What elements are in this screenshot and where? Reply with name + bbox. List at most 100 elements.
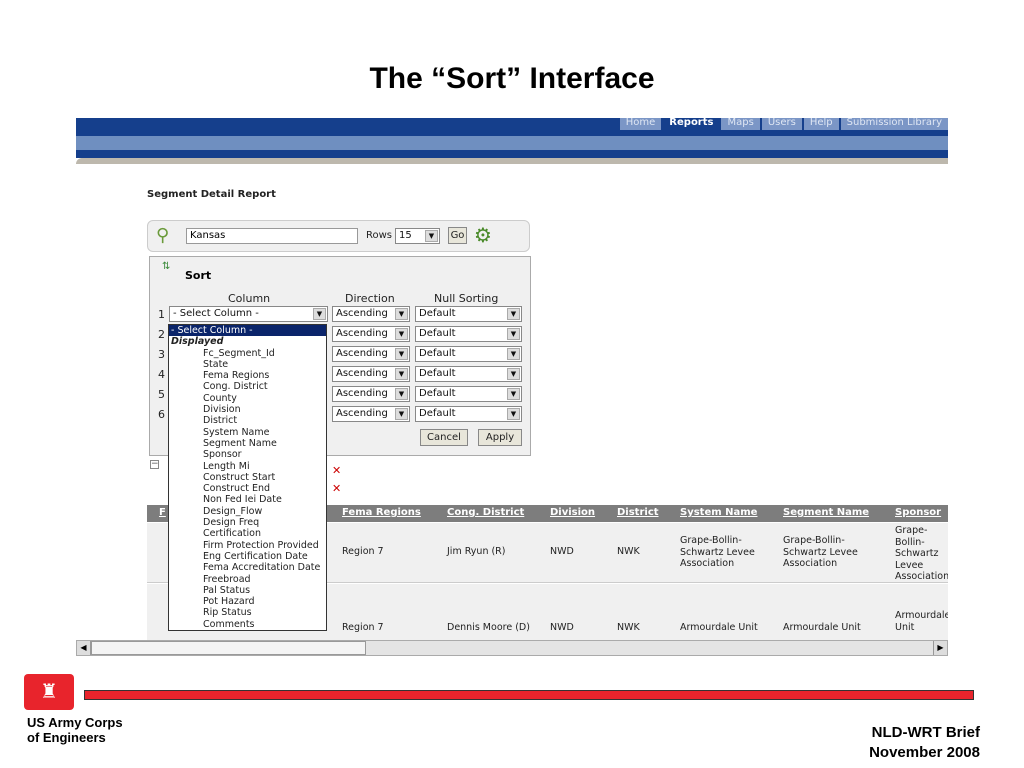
dropdown-option[interactable]: Construct End [186, 483, 326, 494]
dropdown-option[interactable]: Pot Hazard [186, 596, 326, 607]
dropdown-option[interactable]: Sponsor [186, 449, 326, 460]
dropdown-option[interactable]: Construct Start [186, 472, 326, 483]
dropdown-option[interactable]: District [186, 415, 326, 426]
dropdown-option[interactable]: State [186, 359, 326, 370]
chevron-down-icon: ▼ [395, 308, 408, 320]
column-dropdown-list[interactable]: - Select Column - Displayed Fc_Segment_I… [168, 324, 327, 631]
direction-value: Ascending [336, 328, 388, 339]
null-sorting-header: Null Sorting [434, 292, 499, 305]
table-cell: Grape-Bollin-Schwartz Levee Association [895, 525, 948, 582]
scroll-right-icon[interactable]: ▶ [933, 641, 947, 655]
direction-select[interactable]: Ascending ▼ [332, 306, 410, 322]
chevron-down-icon: ▼ [395, 388, 408, 400]
table-cell: Grape-Bollin-Schwartz Levee Association [783, 535, 858, 569]
table-cell: Dennis Moore (D) [447, 622, 530, 633]
direction-value: Ascending [336, 308, 388, 319]
col-header[interactable]: Division [550, 507, 595, 518]
search-input[interactable]: Kansas [186, 228, 358, 244]
table-cell: Armourdale Unit [680, 622, 758, 633]
tab-submission-library[interactable]: Submission Library [840, 118, 948, 130]
go-button[interactable]: Go [448, 227, 467, 244]
chevron-down-icon: ▼ [507, 348, 520, 360]
table-cell: Grape-Bollin-Schwartz Levee Association [680, 535, 755, 569]
slide-title: The “Sort” Interface [369, 62, 655, 95]
tab-home[interactable]: Home [619, 118, 662, 130]
brief-date: November 2008 [869, 744, 980, 761]
dropdown-option[interactable]: Design_Flow [186, 506, 326, 517]
null-sorting-select[interactable]: Default ▼ [415, 306, 522, 322]
direction-select[interactable]: Ascending ▼ [332, 386, 410, 402]
dropdown-option[interactable]: System Name [186, 427, 326, 438]
col-header[interactable]: Segment Name [783, 507, 869, 518]
null-sorting-select[interactable]: Default ▼ [415, 366, 522, 382]
direction-value: Ascending [336, 388, 388, 399]
dropdown-option[interactable]: Design Freq [186, 517, 326, 528]
direction-select[interactable]: Ascending ▼ [332, 406, 410, 422]
rows-select[interactable]: 15 ▼ [395, 228, 440, 244]
remove-filter-icon[interactable]: ✕ [332, 464, 341, 477]
sort-row-number: 1 [158, 308, 165, 321]
dropdown-option[interactable]: Firm Protection Provided [186, 540, 326, 551]
tab-help[interactable]: Help [803, 118, 839, 130]
null-sorting-value: Default [419, 328, 456, 339]
direction-select[interactable]: Ascending ▼ [332, 366, 410, 382]
nav-bar: Home Reports Maps Users Help Submission … [76, 118, 948, 136]
cancel-button[interactable]: Cancel [420, 429, 468, 446]
col-header[interactable]: F [159, 507, 166, 518]
dropdown-option[interactable]: Fc_Segment_Id [186, 348, 326, 359]
dropdown-option[interactable]: Cong. District [186, 381, 326, 392]
gear-icon[interactable]: ⚙ [474, 223, 492, 247]
remove-filter-icon[interactable]: ✕ [332, 482, 341, 495]
null-sorting-value: Default [419, 348, 456, 359]
direction-select[interactable]: Ascending ▼ [332, 326, 410, 342]
rows-label: Rows [366, 230, 393, 241]
search-icon[interactable]: ⚲ [156, 225, 169, 246]
horizontal-scrollbar[interactable]: ◀ ▶ [76, 640, 948, 656]
null-sorting-select[interactable]: Default ▼ [415, 386, 522, 402]
sort-row-number: 5 [158, 388, 165, 401]
null-sorting-select[interactable]: Default ▼ [415, 406, 522, 422]
table-cell: Armourdale Unit [783, 622, 861, 633]
chevron-down-icon: ▼ [395, 408, 408, 420]
tab-maps[interactable]: Maps [721, 118, 760, 130]
dropdown-option[interactable]: Freebroad [186, 574, 326, 585]
dropdown-option[interactable]: Fema Regions [186, 370, 326, 381]
col-header[interactable]: Fema Regions [342, 507, 421, 518]
nav-band [76, 136, 948, 150]
column-select[interactable]: - Select Column - ▼ [169, 306, 328, 322]
scroll-thumb[interactable] [91, 641, 366, 655]
col-header[interactable]: Sponsor [895, 507, 941, 518]
dropdown-option[interactable]: Rip Status [186, 607, 326, 618]
dropdown-option[interactable]: County [186, 393, 326, 404]
scroll-left-icon[interactable]: ◀ [77, 641, 91, 655]
dropdown-option[interactable]: Segment Name [186, 438, 326, 449]
dropdown-option[interactable]: Certification [186, 528, 326, 539]
dropdown-option[interactable]: Pal Status [186, 585, 326, 596]
table-cell: Region 7 [342, 546, 384, 557]
tab-reports[interactable]: Reports [663, 118, 720, 130]
direction-select[interactable]: Ascending ▼ [332, 346, 410, 362]
apply-button[interactable]: Apply [478, 429, 522, 446]
null-sorting-select[interactable]: Default ▼ [415, 346, 522, 362]
dropdown-option[interactable]: Comments [186, 619, 326, 630]
dropdown-option-selected[interactable]: - Select Column - [169, 325, 326, 337]
collapse-icon[interactable]: − [150, 460, 159, 469]
col-header[interactable]: System Name [680, 507, 757, 518]
col-header[interactable]: District [617, 507, 659, 518]
col-header[interactable]: Cong. District [447, 507, 524, 518]
dropdown-option[interactable]: Division [186, 404, 326, 415]
dropdown-option[interactable]: Length Mi [186, 461, 326, 472]
chevron-down-icon: ▼ [425, 230, 438, 242]
tab-users[interactable]: Users [761, 118, 802, 130]
org-line-1: US Army Corps [27, 715, 123, 730]
direction-header: Direction [345, 292, 395, 305]
table-cell: Jim Ryun (R) [447, 546, 506, 557]
direction-value: Ascending [336, 408, 388, 419]
dropdown-option[interactable]: Non Fed Iei Date [186, 494, 326, 505]
null-sorting-select[interactable]: Default ▼ [415, 326, 522, 342]
null-sorting-value: Default [419, 388, 456, 399]
null-sorting-value: Default [419, 368, 456, 379]
column-header: Column [228, 292, 271, 305]
dropdown-option[interactable]: Eng Certification Date [186, 551, 326, 562]
dropdown-option[interactable]: Fema Accreditation Date [186, 562, 326, 573]
